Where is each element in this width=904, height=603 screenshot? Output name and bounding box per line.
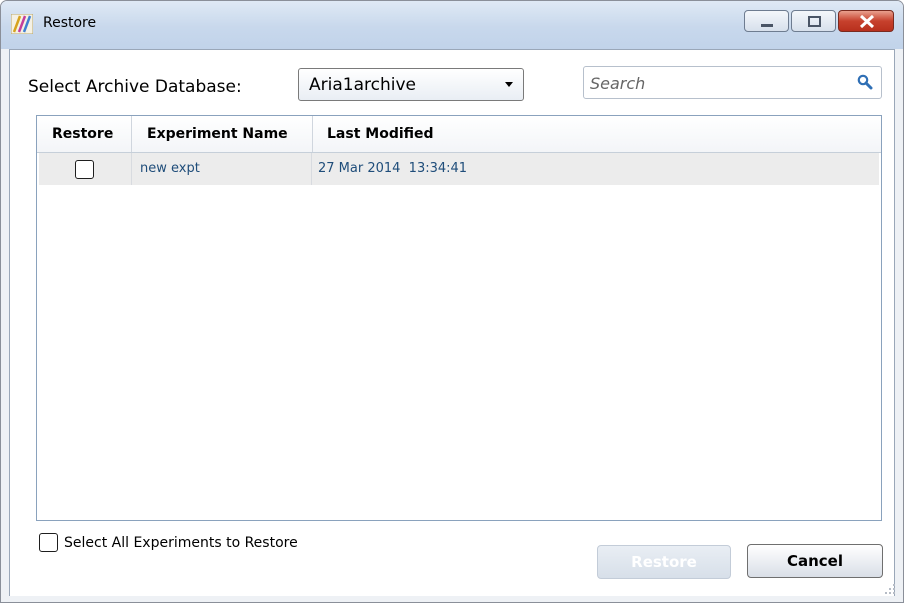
- row-last-modified: 27 Mar 2014 13:34:41: [318, 161, 468, 176]
- chevron-down-icon: [505, 82, 513, 87]
- minimize-button[interactable]: [744, 10, 789, 32]
- archive-database-label: Select Archive Database:: [28, 77, 242, 97]
- app-icon: [11, 14, 33, 34]
- close-button[interactable]: [838, 10, 894, 32]
- window-title: Restore: [43, 15, 97, 31]
- archive-database-value: Aria1archive: [309, 75, 416, 95]
- search-box[interactable]: [583, 66, 882, 99]
- select-all-checkbox[interactable]: [39, 533, 58, 552]
- search-icon[interactable]: [857, 74, 873, 90]
- row-experiment-name: new expt: [140, 161, 200, 176]
- search-input[interactable]: [588, 69, 842, 97]
- cancel-button[interactable]: Cancel: [747, 544, 883, 578]
- column-divider: [131, 116, 132, 152]
- archive-database-dropdown[interactable]: Aria1archive: [298, 68, 524, 101]
- resize-grip-icon[interactable]: [884, 583, 896, 595]
- experiments-table: Restore Experiment Name Last Modified ne…: [36, 115, 882, 521]
- close-icon: [859, 14, 875, 29]
- table-row[interactable]: new expt 27 Mar 2014 13:34:41: [39, 153, 879, 185]
- column-divider: [131, 153, 132, 185]
- maximize-button[interactable]: [791, 10, 836, 32]
- column-header-experiment-name[interactable]: Experiment Name: [147, 116, 288, 152]
- maximize-icon: [808, 16, 821, 27]
- table-header: Restore Experiment Name Last Modified: [37, 116, 881, 153]
- minimize-icon: [761, 24, 773, 27]
- column-divider: [312, 116, 313, 152]
- column-header-restore[interactable]: Restore: [52, 116, 113, 152]
- restore-button[interactable]: Restore: [597, 545, 731, 579]
- select-all-label[interactable]: Select All Experiments to Restore: [64, 535, 298, 551]
- column-divider: [311, 153, 312, 185]
- row-restore-checkbox[interactable]: [75, 160, 94, 179]
- title-bar[interactable]: Restore: [1, 1, 903, 49]
- column-header-last-modified[interactable]: Last Modified: [327, 116, 434, 152]
